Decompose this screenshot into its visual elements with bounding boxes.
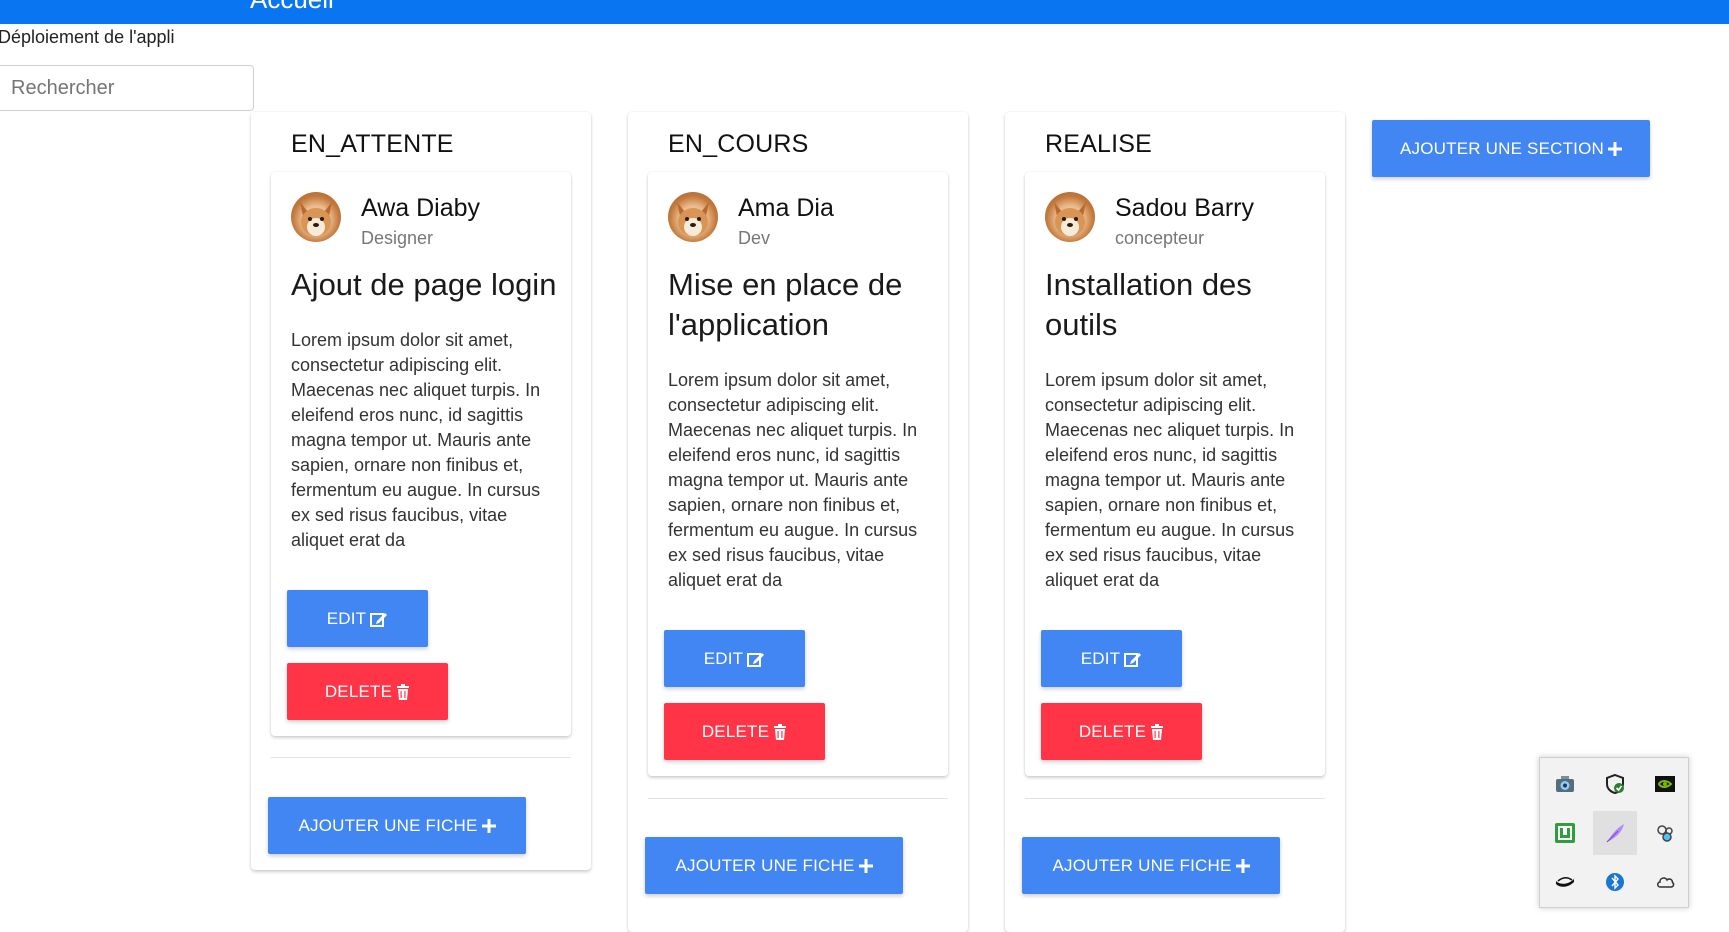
add-section-label: AJOUTER UNE SECTION <box>1399 138 1605 158</box>
system-tray-overflow <box>1539 757 1689 908</box>
task-card: Awa Diaby Designer Ajout de page login L… <box>271 172 571 736</box>
add-card-label: AJOUTER UNE FICHE <box>675 855 855 875</box>
trash-icon <box>1150 723 1164 740</box>
assignee-role: Dev <box>738 228 771 248</box>
edit-button-label: EDIT <box>703 648 744 668</box>
edit-icon <box>747 651 765 667</box>
edit-icon <box>370 611 388 627</box>
add-card-button[interactable]: AJOUTER UNE FICHE <box>645 837 903 894</box>
network-camera-icon[interactable] <box>1543 762 1587 806</box>
plus-icon <box>481 818 496 833</box>
edit-icon <box>1124 651 1142 667</box>
add-card-label: AJOUTER UNE FICHE <box>298 815 478 835</box>
assignee-role: Designer <box>361 228 434 248</box>
nvidia-icon[interactable] <box>1643 762 1687 806</box>
delete-button-label: DELETE <box>701 721 770 741</box>
card-description: Lorem ipsum dolor sit amet, consectetur … <box>291 330 541 550</box>
bluetooth-icon[interactable] <box>1593 860 1637 904</box>
plus-icon <box>1608 141 1623 156</box>
assignee-role: concepteur <box>1115 228 1205 248</box>
add-section-button[interactable]: AJOUTER UNE SECTION <box>1372 120 1650 177</box>
plus-icon <box>858 858 873 873</box>
column-en-attente: EN_ATTENTE Awa Diaby Designer Ajout de p… <box>251 112 591 870</box>
feather-icon[interactable] <box>1593 811 1637 855</box>
card-description: Lorem ipsum dolor sit amet, consectetur … <box>1045 370 1295 590</box>
assignee-name: Awa Diaby <box>361 194 481 222</box>
plus-icon <box>1235 858 1250 873</box>
top-app-bar: Accueil <box>0 0 1729 24</box>
task-card: Sadou Barry concepteur Installation des … <box>1025 172 1325 776</box>
page-subtitle: Déploiement de l'appli <box>0 27 175 47</box>
cloud-icon[interactable] <box>1643 860 1687 904</box>
edit-button-label: EDIT <box>326 608 367 628</box>
column-title: EN_COURS <box>668 130 809 158</box>
search-input[interactable] <box>0 65 254 111</box>
add-card-button[interactable]: AJOUTER UNE FICHE <box>1022 837 1280 894</box>
card-description: Lorem ipsum dolor sit amet, consectetur … <box>668 370 918 590</box>
delete-button[interactable]: DELETE <box>287 663 448 720</box>
edit-button[interactable]: EDIT <box>664 630 805 687</box>
trash-icon <box>396 683 410 700</box>
avatar <box>668 192 718 242</box>
divider <box>1025 798 1325 799</box>
avatar <box>1045 192 1095 242</box>
green-app-icon[interactable] <box>1543 811 1587 855</box>
bubbles-icon[interactable] <box>1643 811 1687 855</box>
column-title: REALISE <box>1045 130 1153 158</box>
edit-button-label: EDIT <box>1080 648 1121 668</box>
assignee-name: Sadou Barry <box>1115 194 1254 222</box>
divider <box>648 798 948 799</box>
add-card-label: AJOUTER UNE FICHE <box>1052 855 1232 875</box>
delete-button[interactable]: DELETE <box>664 703 825 760</box>
card-title: Mise en place de l'application <box>668 267 903 342</box>
column-en-cours: EN_COURS Ama Dia Dev Mise en place de l'… <box>628 112 968 932</box>
column-title: EN_ATTENTE <box>291 130 454 158</box>
column-realise: REALISE Sadou Barry concepteur Installat… <box>1005 112 1345 932</box>
assignee-name: Ama Dia <box>738 194 834 222</box>
avatar <box>291 192 341 242</box>
trash-icon <box>773 723 787 740</box>
delete-button-label: DELETE <box>1078 721 1147 741</box>
delete-button-label: DELETE <box>324 681 393 701</box>
add-card-button[interactable]: AJOUTER UNE FICHE <box>268 797 526 854</box>
security-shield-icon[interactable] <box>1593 762 1637 806</box>
delete-button[interactable]: DELETE <box>1041 703 1202 760</box>
edit-button[interactable]: EDIT <box>1041 630 1182 687</box>
task-card: Ama Dia Dev Mise en place de l'applicati… <box>648 172 948 776</box>
divider <box>271 757 571 758</box>
lamp-icon[interactable] <box>1543 860 1587 904</box>
app-title: Accueil <box>250 0 334 15</box>
card-title: Installation des outils <box>1045 267 1252 342</box>
edit-button[interactable]: EDIT <box>287 590 428 647</box>
card-title: Ajout de page login <box>291 267 557 302</box>
